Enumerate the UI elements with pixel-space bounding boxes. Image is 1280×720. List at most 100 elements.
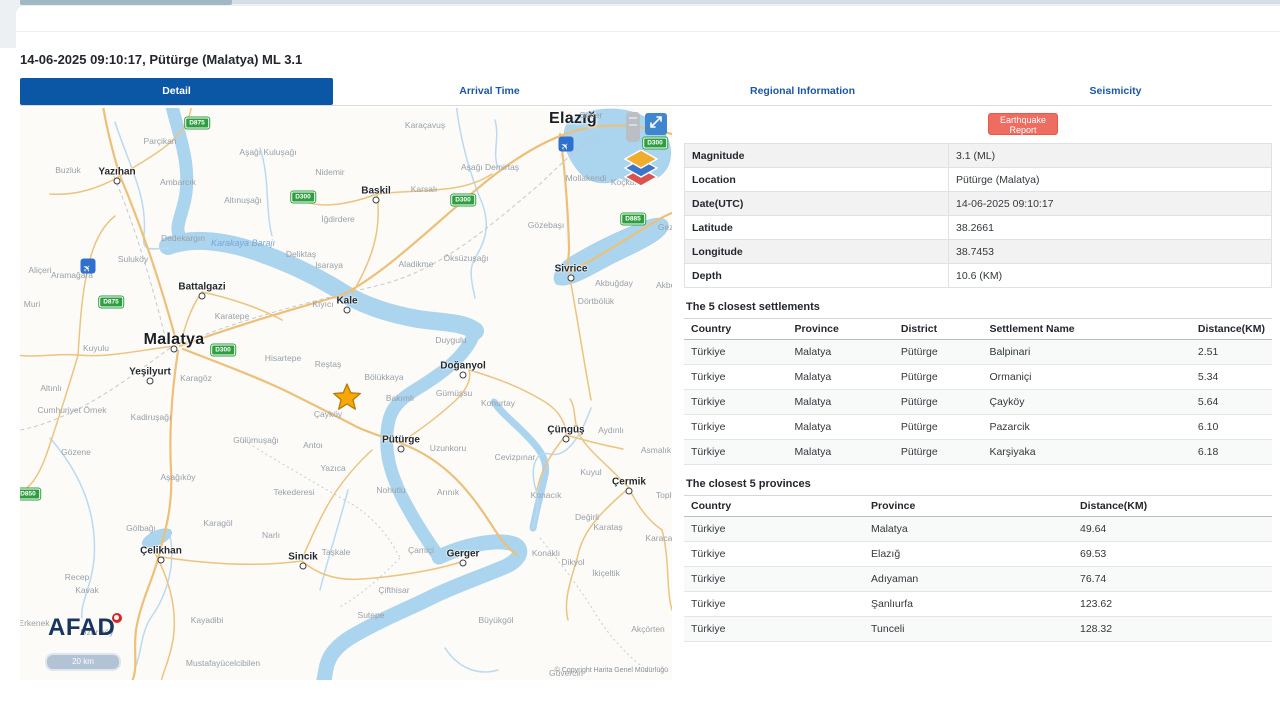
epicenter-star [332, 382, 362, 417]
map-scale: 20 km [45, 653, 121, 671]
cell: 69.53 [1073, 541, 1272, 567]
table-row: Türkiye Malatya Pütürge Karşiyaka 6.18 [684, 439, 1272, 465]
tab-detail[interactable]: Detail [20, 78, 333, 105]
cell: Türkiye [684, 364, 788, 390]
detail-value: 38.2661 [948, 215, 1272, 240]
tab-bar: Detail Arrival Time Regional Information Se… [20, 78, 1272, 106]
column-header: Province [787, 318, 894, 340]
zoom-slider-control[interactable] [626, 112, 640, 142]
cell: Malatya [787, 414, 894, 440]
cell: 123.62 [1073, 591, 1272, 617]
cell: Türkiye [684, 414, 788, 440]
road-shield: D885 [621, 213, 645, 225]
fullscreen-button[interactable] [645, 113, 667, 135]
place-marker [562, 435, 570, 443]
settlements-table: Country Province District Settlement Name Di… [684, 318, 1272, 465]
column-header: Distance(KM) [1190, 318, 1272, 340]
cell: Türkiye [684, 339, 788, 365]
place-marker [170, 345, 178, 353]
earthquake-report-button[interactable]: Earthquake Report [988, 113, 1058, 135]
detail-label: Magnitude [684, 143, 949, 168]
cell: Türkiye [684, 389, 788, 415]
road-shield: D850 [20, 488, 40, 500]
cell: Elazığ [864, 541, 1073, 567]
cell: 6.18 [1190, 439, 1272, 465]
cell: 5.34 [1190, 364, 1272, 390]
tab-arrival-time[interactable]: Arrival Time [333, 78, 646, 105]
road-shield: D300 [291, 191, 315, 203]
detail-row: Location Pütürge (Malatya) [684, 167, 1272, 192]
left-chrome-strip [0, 16, 16, 48]
table-row: Türkiye Tunceli 128.32 [684, 616, 1272, 642]
layers-button[interactable] [623, 149, 659, 193]
map[interactable]: Elazığ Malatya Yazıhan Baskil Battalgazi Kale… [20, 108, 672, 680]
column-header: Settlement Name [982, 318, 1191, 340]
cell: Pütürge [893, 339, 983, 365]
cell: Pütürge [893, 414, 983, 440]
table-row: Türkiye Elazığ 69.53 [684, 541, 1272, 567]
column-header: Province [864, 495, 1073, 517]
table-row: Türkiye Şanlıurfa 123.62 [684, 591, 1272, 617]
cell: Tunceli [864, 616, 1073, 642]
table-row: Türkiye Adıyaman 76.74 [684, 566, 1272, 592]
place-marker [198, 292, 206, 300]
cell: 76.74 [1073, 566, 1272, 592]
page-title: 14-06-2025 09:10:17, Pütürge (Malatya) M… [20, 52, 303, 67]
header-row: Country Province Distance(KM) [684, 495, 1272, 517]
airport-icon: ✈ [80, 258, 96, 276]
place-marker [567, 274, 575, 282]
detail-value: 38.7453 [948, 239, 1272, 264]
table-row: Türkiye Malatya Pütürge Pazarcik 6.10 [684, 414, 1272, 440]
cell: 2.51 [1190, 339, 1272, 365]
column-header: Country [684, 318, 788, 340]
afad-logo: AFAD [48, 613, 123, 642]
place-marker [459, 559, 467, 567]
cell: Türkiye [684, 591, 864, 617]
settlements-title: The 5 closest settlements [686, 301, 820, 313]
cell: Malatya [787, 439, 894, 465]
place-marker [343, 306, 351, 314]
detail-row: Date(UTC) 14-06-2025 09:10:17 [684, 191, 1272, 216]
provinces-table: Country Province Distance(KM) Türkiye Malaty… [684, 495, 1272, 642]
cell: Malatya [787, 339, 894, 365]
detail-value: 14-06-2025 09:10:17 [948, 191, 1272, 216]
road-shield: D300 [451, 194, 475, 206]
table-row: Türkiye Malatya Pütürge Çayköy 5.64 [684, 389, 1272, 415]
detail-label: Date(UTC) [684, 191, 949, 216]
place-marker [299, 562, 307, 570]
expand-arrows-icon [649, 115, 663, 134]
cell: Karşiyaka [982, 439, 1191, 465]
cell: Malatya [787, 389, 894, 415]
detail-value: Pütürge (Malatya) [948, 167, 1272, 192]
detail-row: Latitude 38.2661 [684, 215, 1272, 240]
cell: Türkiye [684, 616, 864, 642]
column-header: District [893, 318, 983, 340]
cell: Adıyaman [864, 566, 1073, 592]
map-attribution: © Copyright Harita Genel Müdürlüğü [554, 667, 668, 674]
detail-value: 10.6 (KM) [948, 263, 1272, 288]
divider-line [16, 31, 1280, 32]
tab-regional-information[interactable]: Regional Information [646, 78, 959, 105]
cell: Pütürge [893, 389, 983, 415]
tab-seismicity[interactable]: Seismicity [959, 78, 1272, 105]
place-marker [157, 556, 165, 564]
road-shield: D875 [99, 296, 123, 308]
detail-row: Magnitude 3.1 (ML) [684, 143, 1272, 168]
column-header: Distance(KM) [1073, 495, 1272, 517]
cell: Türkiye [684, 439, 788, 465]
top-chrome-strip [232, 0, 1280, 4]
cell: 128.32 [1073, 616, 1272, 642]
cell: Malatya [864, 516, 1073, 542]
detail-row: Longitude 38.7453 [684, 239, 1272, 264]
cell: Çayköy [982, 389, 1191, 415]
detail-row: Depth 10.6 (KM) [684, 263, 1272, 288]
column-header: Country [684, 495, 864, 517]
cell: Malatya [787, 364, 894, 390]
cell: Türkiye [684, 541, 864, 567]
detail-label: Location [684, 167, 949, 192]
place-marker [113, 177, 121, 185]
cell: Türkiye [684, 516, 864, 542]
table-row: Türkiye Malatya Pütürge Ormaniçi 5.34 [684, 364, 1272, 390]
detail-panel: Earthquake Report Magnitude 3.1 (ML) Locat… [684, 108, 1272, 642]
place-marker [372, 196, 380, 204]
